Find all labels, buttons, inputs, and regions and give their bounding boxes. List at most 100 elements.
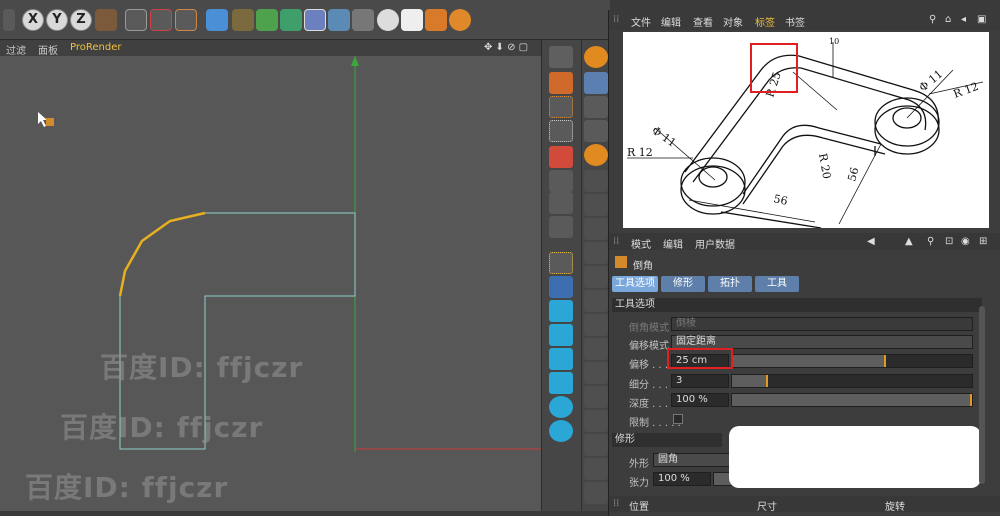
search-icon[interactable]: ⚲ bbox=[929, 14, 936, 25]
menu-filter[interactable]: 过滤 bbox=[6, 42, 26, 57]
menu-file[interactable]: 文件 bbox=[631, 14, 651, 29]
limit-checkbox[interactable] bbox=[673, 414, 683, 424]
menu-tags[interactable]: 标签 bbox=[755, 14, 775, 29]
intersection-snap-icon[interactable] bbox=[584, 434, 608, 456]
grid-snap-icon[interactable] bbox=[584, 314, 608, 336]
settings-icon[interactable]: ◉ bbox=[961, 236, 970, 247]
workplane-icon[interactable] bbox=[549, 252, 573, 274]
highlight-box-offset bbox=[667, 348, 733, 369]
enable-axis-icon[interactable] bbox=[549, 170, 573, 192]
menu-panel[interactable]: 面板 bbox=[38, 42, 58, 57]
3d-snap-icon[interactable] bbox=[584, 96, 608, 118]
menu-view[interactable]: 查看 bbox=[693, 14, 713, 29]
coord-rotation[interactable]: 旋转 bbox=[885, 498, 905, 513]
vertex-snap-icon[interactable] bbox=[584, 170, 608, 192]
render-view-icon[interactable] bbox=[125, 9, 147, 31]
floor-grid-icon[interactable] bbox=[328, 9, 350, 31]
guide-snap-icon[interactable] bbox=[584, 362, 608, 384]
add-panel-icon[interactable]: ⊞ bbox=[979, 236, 987, 247]
sphere-blend-icon[interactable] bbox=[549, 396, 573, 418]
bevel-tool-icon[interactable] bbox=[549, 46, 573, 68]
camera-icon[interactable] bbox=[352, 9, 374, 31]
offset-mode-select[interactable]: 固定距离 bbox=[671, 335, 973, 349]
subdivision-input[interactable]: 3 bbox=[671, 374, 729, 388]
boole-icon[interactable] bbox=[549, 276, 573, 298]
axis-xyz-icon[interactable] bbox=[549, 192, 573, 214]
offset-slider[interactable] bbox=[731, 354, 973, 368]
back-arrow-icon[interactable]: ◀ bbox=[867, 236, 875, 247]
coord-position[interactable]: 位置 bbox=[629, 498, 649, 513]
pen-icon[interactable] bbox=[232, 9, 254, 31]
edges-mode-icon[interactable] bbox=[549, 120, 573, 142]
connect-icon[interactable] bbox=[549, 348, 573, 370]
viewport-nav-icons[interactable]: ✥ ⬇ ⊘ ▢ bbox=[484, 42, 528, 53]
render-settings-icon[interactable] bbox=[175, 9, 197, 31]
subdivision-icon[interactable] bbox=[256, 9, 278, 31]
section-tool-options[interactable]: 工具选项 bbox=[612, 298, 982, 312]
depth-slider[interactable] bbox=[731, 393, 973, 407]
lock-icon[interactable]: ⊡ bbox=[945, 236, 953, 247]
x-axis-button[interactable]: X bbox=[22, 9, 44, 31]
menu-mode[interactable]: 模式 bbox=[631, 236, 651, 251]
render-picture-viewer-icon[interactable] bbox=[150, 9, 172, 31]
polygon-snap-icon[interactable] bbox=[584, 218, 608, 240]
menu-edit[interactable]: 编辑 bbox=[661, 14, 681, 29]
menu-user-data[interactable]: 用户数据 bbox=[695, 236, 735, 251]
snap-toggle-icon[interactable] bbox=[584, 144, 608, 166]
tab-shaping[interactable]: 修形 bbox=[661, 276, 705, 292]
snap-settings-icon[interactable] bbox=[584, 72, 608, 94]
metaball-icon[interactable] bbox=[549, 420, 573, 442]
instance-icon[interactable] bbox=[549, 324, 573, 346]
perpendicular-snap-icon[interactable] bbox=[584, 386, 608, 408]
lock-snap-icon[interactable] bbox=[584, 482, 608, 504]
tab-tool[interactable]: 工具 bbox=[755, 276, 799, 292]
back-icon[interactable]: ◂ bbox=[961, 14, 966, 25]
subdivision-slider[interactable] bbox=[731, 374, 973, 388]
menu-prorender[interactable]: ProRender bbox=[70, 42, 121, 53]
home-icon[interactable]: ⌂ bbox=[945, 14, 951, 25]
snap-icon[interactable] bbox=[549, 216, 573, 238]
light-icon[interactable] bbox=[377, 9, 399, 31]
tension-input[interactable]: 100 % bbox=[653, 472, 711, 486]
coord-size[interactable]: 尺寸 bbox=[757, 498, 777, 513]
points-mode-icon[interactable] bbox=[549, 96, 573, 118]
array-icon[interactable] bbox=[280, 9, 302, 31]
s-plugin-icon[interactable] bbox=[449, 9, 471, 31]
menu-attr-edit[interactable]: 编辑 bbox=[663, 236, 683, 251]
symmetry-icon[interactable] bbox=[549, 300, 573, 322]
spline-snap-icon[interactable] bbox=[584, 242, 608, 264]
model-mode-icon[interactable] bbox=[549, 72, 573, 94]
shape-select[interactable]: 圆角 bbox=[653, 453, 737, 467]
attributes-menubar: ⁞⁞ 模式 编辑 用户数据 ◀ ▲ ⚲ ⊡ ◉ ⊞ bbox=[609, 233, 1000, 251]
search-icon[interactable]: ⚲ bbox=[927, 236, 934, 247]
z-axis-button[interactable]: Z bbox=[70, 9, 92, 31]
up-arrow-icon[interactable]: ▲ bbox=[905, 236, 913, 247]
bevel-mode-select[interactable]: 倒棱 bbox=[671, 317, 973, 331]
y-axis-button[interactable]: Y bbox=[46, 9, 68, 31]
section-shaping[interactable]: 修形 bbox=[612, 433, 722, 447]
quantize-icon[interactable] bbox=[584, 338, 608, 360]
tab-topology[interactable]: 拓扑 bbox=[708, 276, 752, 292]
deformer-icon[interactable] bbox=[304, 9, 326, 31]
menu-bookmarks[interactable]: 书签 bbox=[785, 14, 805, 29]
polygons-mode-icon[interactable] bbox=[549, 146, 573, 168]
edge-snap-icon[interactable] bbox=[584, 194, 608, 216]
tab-tool-options[interactable]: 工具选项 bbox=[612, 276, 658, 292]
tag-icon[interactable] bbox=[401, 9, 423, 31]
2d-snap-icon[interactable] bbox=[584, 120, 608, 142]
viewport-3d[interactable]: 百度ID: ffjczr 百度ID: ffjczr 百度ID: ffjczr bbox=[0, 56, 541, 511]
reference-drawing: 10 R 25 Φ 11 R 12 Φ 11 R 12 R 20 56 56 bbox=[623, 32, 989, 229]
midpoint-snap-icon[interactable] bbox=[584, 290, 608, 312]
dynamic-guide-icon[interactable] bbox=[584, 410, 608, 432]
cube-icon[interactable] bbox=[206, 9, 228, 31]
cloner-icon[interactable] bbox=[549, 372, 573, 394]
expand-icon[interactable]: ▣ bbox=[977, 14, 986, 25]
axis-snap-icon[interactable] bbox=[584, 266, 608, 288]
sculpt-icon[interactable] bbox=[425, 9, 447, 31]
menu-objects[interactable]: 对象 bbox=[723, 14, 743, 29]
magnet-icon[interactable] bbox=[584, 46, 608, 68]
workplane-snap-icon[interactable] bbox=[584, 458, 608, 480]
coordinate-system-icon[interactable] bbox=[95, 9, 117, 31]
vertical-scrollbar[interactable] bbox=[979, 306, 985, 484]
depth-input[interactable]: 100 % bbox=[671, 393, 729, 407]
